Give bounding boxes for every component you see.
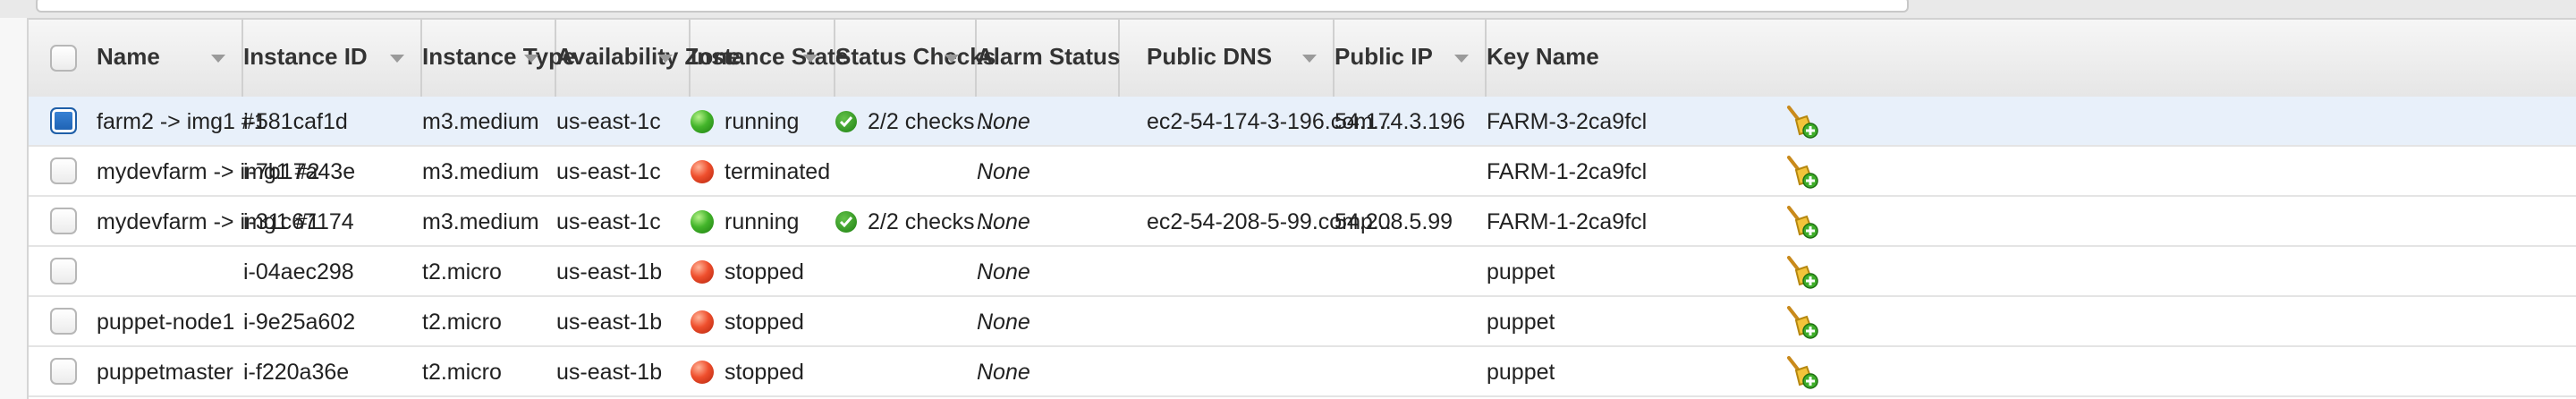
public-ip: 54.174.3.196 bbox=[1335, 109, 1465, 134]
availability-zone: us-east-1b bbox=[556, 259, 663, 284]
instance-id: i-9e25a602 bbox=[243, 310, 356, 335]
availability-zone: us-east-1c bbox=[556, 159, 661, 184]
instance-id: i-7b17a43e bbox=[243, 159, 356, 184]
alarm-status: None bbox=[977, 159, 1030, 184]
column-header-alarm-status[interactable]: Alarm Status bbox=[964, 20, 1120, 97]
table-row[interactable]: puppet-node1 i-9e25a602 t2.micro us-east-1b… bbox=[29, 297, 2576, 347]
instance-name: puppetmaster bbox=[97, 360, 233, 385]
key-name: puppet bbox=[1487, 360, 1555, 385]
key-name: FARM-3-2ca9fcl bbox=[1487, 109, 1648, 134]
column-header-status-checks[interactable]: Status Checks bbox=[823, 20, 996, 97]
column-header-instance-type[interactable]: Instance Type bbox=[410, 20, 575, 97]
instance-type: m3.medium bbox=[422, 109, 539, 134]
create-alarm-broom-icon[interactable] bbox=[1784, 304, 1819, 340]
instance-state: running bbox=[724, 209, 800, 234]
instance-id: i-f220a36e bbox=[243, 360, 350, 385]
column-header-label: Public IP bbox=[1335, 43, 1433, 70]
column-header-name[interactable]: Name bbox=[84, 20, 243, 97]
row-checkbox[interactable] bbox=[50, 358, 77, 385]
create-alarm-broom-icon[interactable] bbox=[1784, 104, 1819, 140]
search-input[interactable] bbox=[36, 0, 1909, 13]
instance-type: t2.micro bbox=[422, 310, 502, 335]
row-checkbox[interactable] bbox=[50, 308, 77, 335]
key-name: puppet bbox=[1487, 310, 1555, 335]
alarm-status: None bbox=[977, 259, 1030, 284]
column-header-availability-zone[interactable]: Availability Zone bbox=[544, 20, 741, 97]
sort-arrow-icon[interactable] bbox=[524, 55, 538, 63]
instance-name: farm2 -> img1 #1 bbox=[97, 109, 267, 134]
instance-type: t2.micro bbox=[422, 360, 502, 385]
sort-arrow-icon[interactable] bbox=[211, 55, 225, 63]
instance-state: stopped bbox=[724, 259, 804, 284]
column-header-label: Public DNS bbox=[1147, 43, 1273, 70]
table-row[interactable]: farm2 -> img1 #1 i-581caf1d m3.medium us-ea… bbox=[29, 97, 2576, 147]
instances-table: Name Instance ID Instance Type Availability… bbox=[27, 18, 2576, 399]
column-header-instance-id[interactable]: Instance ID bbox=[231, 20, 422, 97]
top-toolbar bbox=[0, 0, 2576, 18]
sort-arrow-icon[interactable] bbox=[1454, 55, 1469, 63]
instance-id: i-31c67174 bbox=[243, 209, 354, 234]
red-circle-icon bbox=[691, 361, 714, 384]
column-header-label: Instance ID bbox=[243, 43, 368, 70]
green-check-icon bbox=[835, 211, 857, 233]
availability-zone: us-east-1b bbox=[556, 310, 663, 335]
sort-arrow-icon[interactable] bbox=[1302, 55, 1317, 63]
column-header-key-name[interactable]: Key Name bbox=[1474, 20, 2576, 97]
red-circle-icon bbox=[691, 160, 714, 183]
row-checkbox[interactable] bbox=[50, 157, 77, 184]
table-row[interactable]: puppetmaster i-f220a36e t2.micro us-east-1b… bbox=[29, 347, 2576, 397]
select-all-checkbox[interactable] bbox=[50, 45, 77, 72]
red-circle-icon bbox=[691, 260, 714, 284]
instance-state: terminated bbox=[724, 159, 831, 184]
instance-state: stopped bbox=[724, 360, 804, 385]
column-header-label: Alarm Status bbox=[977, 43, 1121, 70]
alarm-status: None bbox=[977, 209, 1030, 234]
instance-type: m3.medium bbox=[422, 209, 539, 234]
column-header-public-ip[interactable]: Public IP bbox=[1322, 20, 1487, 97]
sort-arrow-icon[interactable] bbox=[945, 55, 959, 63]
column-header-label: Key Name bbox=[1487, 43, 1599, 70]
sort-arrow-icon[interactable] bbox=[658, 55, 673, 63]
column-header-label: Name bbox=[97, 43, 160, 70]
row-checkbox[interactable] bbox=[50, 208, 77, 234]
instance-id: i-04aec298 bbox=[243, 259, 354, 284]
create-alarm-broom-icon[interactable] bbox=[1784, 254, 1819, 290]
availability-zone: us-east-1b bbox=[556, 360, 663, 385]
sort-arrow-icon[interactable] bbox=[803, 55, 818, 63]
availability-zone: us-east-1c bbox=[556, 209, 661, 234]
key-name: FARM-1-2ca9fcl bbox=[1487, 159, 1648, 184]
table-row[interactable]: mydevfarm -> img1 #2 i-7b17a43e m3.medium u… bbox=[29, 147, 2576, 197]
key-name: FARM-1-2ca9fcl bbox=[1487, 209, 1648, 234]
alarm-status: None bbox=[977, 310, 1030, 335]
create-alarm-broom-icon[interactable] bbox=[1784, 354, 1819, 390]
row-checkbox[interactable] bbox=[50, 107, 77, 134]
instance-type: m3.medium bbox=[422, 159, 539, 184]
create-alarm-broom-icon[interactable] bbox=[1784, 204, 1819, 240]
alarm-status: None bbox=[977, 109, 1030, 134]
public-ip: 54.208.5.99 bbox=[1335, 209, 1453, 234]
row-checkbox[interactable] bbox=[50, 258, 77, 284]
instance-state: running bbox=[724, 109, 800, 134]
green-circle-icon bbox=[691, 210, 714, 233]
create-alarm-broom-icon[interactable] bbox=[1784, 154, 1819, 190]
sort-arrow-icon[interactable] bbox=[390, 55, 404, 63]
column-header-public-dns[interactable]: Public DNS bbox=[1134, 20, 1335, 97]
key-name: puppet bbox=[1487, 259, 1555, 284]
alarm-status: None bbox=[977, 360, 1030, 385]
availability-zone: us-east-1c bbox=[556, 109, 661, 134]
green-check-icon bbox=[835, 111, 857, 132]
table-row[interactable]: mydevfarm -> img1 #1 i-31c67174 m3.medium u… bbox=[29, 197, 2576, 247]
green-circle-icon bbox=[691, 110, 714, 133]
column-header-instance-state[interactable]: Instance State bbox=[678, 20, 848, 97]
instance-state: stopped bbox=[724, 310, 804, 335]
table-row[interactable]: i-04aec298 t2.micro us-east-1b stopped None p… bbox=[29, 247, 2576, 297]
instance-type: t2.micro bbox=[422, 259, 502, 284]
instance-id: i-581caf1d bbox=[243, 109, 348, 134]
instance-name: puppet-node1 bbox=[97, 310, 235, 335]
table-header: Name Instance ID Instance Type Availability… bbox=[29, 18, 2576, 98]
red-circle-icon bbox=[691, 310, 714, 334]
